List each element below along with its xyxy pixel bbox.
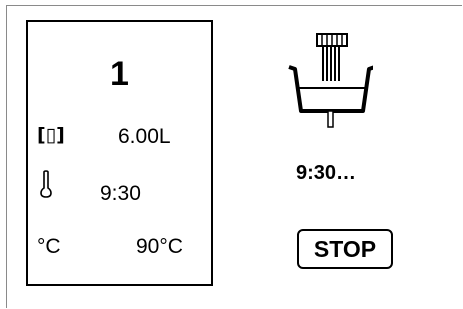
stop-button[interactable]: STOP <box>297 229 393 269</box>
thermometer-icon <box>40 170 52 198</box>
brewing-vessel-icon <box>288 33 373 128</box>
status-panel: 1 [▯] 6.00L 9:30 °C 90°C <box>26 20 213 286</box>
temperature-unit: °C <box>37 235 61 258</box>
time-value: 9:30 <box>100 182 141 205</box>
step-number: 1 <box>110 55 129 93</box>
volume-icon: [▯] <box>37 124 65 146</box>
volume-value: 6.00L <box>118 125 171 148</box>
temperature-value: 90°C <box>136 235 183 258</box>
countdown-text: 9:30… <box>296 162 357 184</box>
